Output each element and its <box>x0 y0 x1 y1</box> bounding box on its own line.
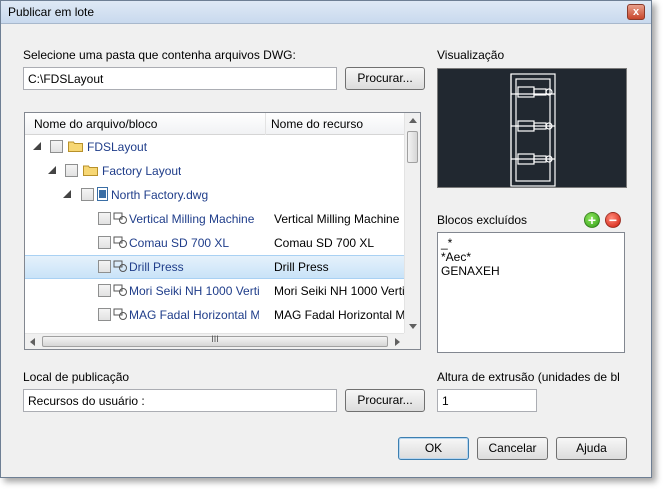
vertical-scroll-thumb[interactable] <box>407 131 418 163</box>
checkbox[interactable] <box>65 164 78 177</box>
scroll-down-icon[interactable] <box>409 324 417 329</box>
block-icon <box>113 284 127 296</box>
title-bar: Publicar em lote x <box>1 1 651 24</box>
expand-toggle-icon[interactable] <box>63 190 71 198</box>
scroll-up-icon[interactable] <box>409 118 417 123</box>
block-icon <box>113 260 127 272</box>
extrusion-height-input[interactable] <box>437 389 537 412</box>
folder-icon <box>83 165 98 176</box>
expand-toggle-icon[interactable] <box>33 142 41 150</box>
tree-node-name: Vertical Milling Machine <box>129 212 255 226</box>
tree-node-resource: Vertical Milling Machine <box>274 212 400 226</box>
checkbox[interactable] <box>98 308 111 321</box>
block-icon <box>113 212 127 224</box>
tree-row[interactable]: North Factory.dwg <box>25 183 405 207</box>
folder-path-input[interactable] <box>23 67 337 90</box>
tree-node-resource: Mori Seiki NH 1000 Vertic <box>274 284 406 298</box>
tree-node-name: Factory Layout <box>102 164 182 178</box>
scroll-left-icon[interactable] <box>30 338 35 346</box>
checkbox[interactable] <box>98 284 111 297</box>
list-item[interactable]: GENAXEH <box>441 264 621 278</box>
block-icon <box>113 236 127 248</box>
horizontal-scrollbar[interactable]: III <box>25 333 405 349</box>
excluded-blocks-label: Blocos excluídos <box>437 213 528 227</box>
list-item[interactable]: *Aec* <box>441 250 621 264</box>
preview-label: Visualização <box>437 48 505 62</box>
publish-batch-dialog: Publicar em lote x Selecione uma pasta q… <box>0 0 652 478</box>
tree-row[interactable]: Mori Seiki NH 1000 Verti Mori Seiki NH 1… <box>25 279 406 303</box>
scroll-corner <box>404 333 420 349</box>
excluded-blocks-list[interactable]: _* *Aec* GENAXEH <box>437 232 625 353</box>
checkbox[interactable] <box>98 236 111 249</box>
vertical-scrollbar[interactable] <box>404 113 420 334</box>
extrusion-height-label: Altura de extrusão (unidades de bl <box>437 370 620 384</box>
checkbox[interactable] <box>98 260 111 273</box>
publish-location-label: Local de publicação <box>23 370 130 384</box>
tree-node-resource: MAG Fadal Horizontal Ma <box>274 308 406 322</box>
block-icon <box>113 308 127 320</box>
publish-location-input[interactable] <box>23 389 337 412</box>
checkbox[interactable] <box>81 188 94 201</box>
tree-node-resource: Drill Press <box>274 260 329 274</box>
cancel-button[interactable]: Cancelar <box>477 437 548 460</box>
tree-node-name: Comau SD 700 XL <box>129 236 230 250</box>
scroll-grip: III <box>211 334 219 344</box>
horizontal-scroll-thumb[interactable]: III <box>42 334 388 347</box>
block-preview <box>437 68 627 188</box>
browse-publish-button[interactable]: Procurar... <box>345 389 425 412</box>
checkbox[interactable] <box>50 140 63 153</box>
dwg-file-icon <box>97 187 108 201</box>
folder-label: Selecione uma pasta que contenha arquivo… <box>23 48 296 62</box>
tree-row[interactable]: FDSLayout <box>25 135 405 159</box>
tree-node-name: FDSLayout <box>87 140 148 154</box>
tree-row[interactable]: Factory Layout <box>25 159 405 183</box>
tree-row[interactable]: MAG Fadal Horizontal M MAG Fadal Horizon… <box>25 303 406 327</box>
tree-header: Nome do arquivo/bloco Nome do recurso <box>25 113 405 135</box>
scroll-right-icon[interactable] <box>395 338 400 346</box>
tree-node-resource: Comau SD 700 XL <box>274 236 375 250</box>
expand-toggle-icon[interactable] <box>48 166 56 174</box>
tree-node-name: MAG Fadal Horizontal M <box>129 308 259 322</box>
file-block-tree[interactable]: Nome do arquivo/bloco Nome do recurso FD… <box>24 112 421 350</box>
window-title: Publicar em lote <box>8 5 95 19</box>
list-item[interactable]: _* <box>441 236 621 250</box>
tree-node-name: North Factory.dwg <box>111 188 209 202</box>
tree-node-name: Drill Press <box>129 260 184 274</box>
column-separator[interactable] <box>265 113 266 135</box>
column-header-file[interactable]: Nome do arquivo/bloco <box>34 117 157 131</box>
tree-row[interactable]: Vertical Milling Machine Vertical Millin… <box>25 207 405 231</box>
help-button[interactable]: Ajuda <box>556 437 627 460</box>
preview-drawing <box>510 73 556 187</box>
browse-folder-button[interactable]: Procurar... <box>345 67 425 90</box>
tree-row-selected[interactable]: Drill Press Drill Press <box>25 255 405 279</box>
tree-row[interactable]: Comau SD 700 XL Comau SD 700 XL <box>25 231 405 255</box>
column-header-resource[interactable]: Nome do recurso <box>271 117 363 131</box>
checkbox[interactable] <box>98 212 111 225</box>
remove-excluded-block-button[interactable]: − <box>605 212 621 228</box>
ok-button[interactable]: OK <box>398 437 469 460</box>
folder-icon <box>68 141 83 152</box>
close-button[interactable]: x <box>627 4 645 20</box>
add-excluded-block-button[interactable]: + <box>584 212 600 228</box>
tree-node-name: Mori Seiki NH 1000 Verti <box>129 284 259 298</box>
